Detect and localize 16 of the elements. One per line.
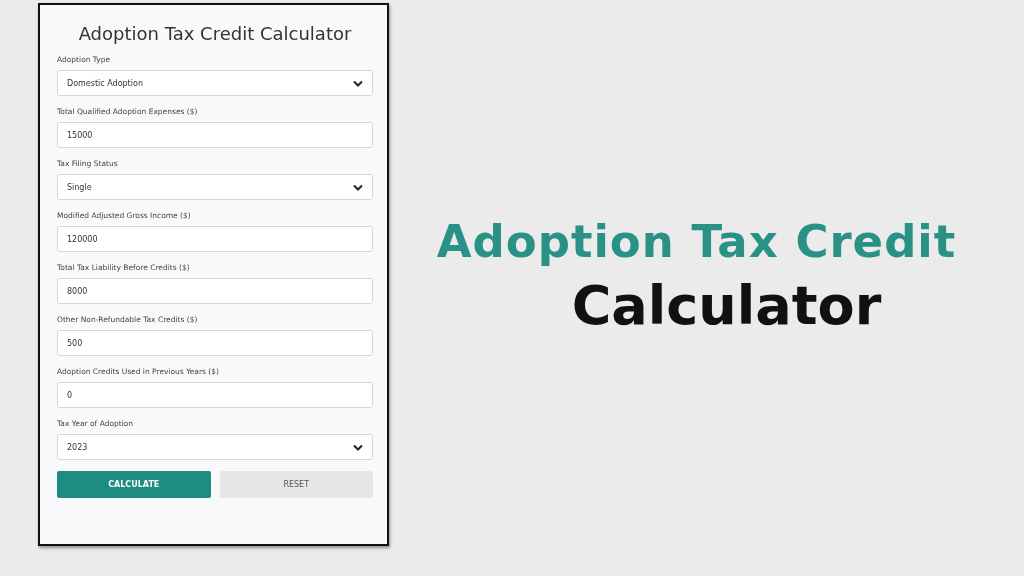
input-field[interactable]: 8000 bbox=[57, 278, 373, 304]
calculator-title: Adoption Tax Credit Calculator bbox=[77, 23, 353, 44]
reset-button[interactable]: RESET bbox=[219, 471, 373, 498]
select-field[interactable]: Domestic Adoption bbox=[57, 70, 373, 96]
chevron-down-icon bbox=[353, 443, 363, 451]
chevron-down-icon bbox=[353, 79, 363, 87]
input-field[interactable]: 500 bbox=[57, 330, 373, 356]
select-field[interactable]: Single bbox=[57, 174, 373, 200]
input-field[interactable]: 15000 bbox=[57, 122, 373, 148]
input-field[interactable]: 120000 bbox=[57, 226, 373, 252]
chevron-down-icon bbox=[353, 183, 363, 191]
select-field[interactable]: 2023 bbox=[57, 434, 373, 460]
input-field[interactable]: 0 bbox=[57, 382, 373, 408]
calculate-button[interactable]: CALCULATE bbox=[57, 471, 211, 498]
headline-subtitle: Calculator bbox=[571, 274, 882, 337]
headline: Adoption Tax Credit bbox=[436, 215, 957, 268]
